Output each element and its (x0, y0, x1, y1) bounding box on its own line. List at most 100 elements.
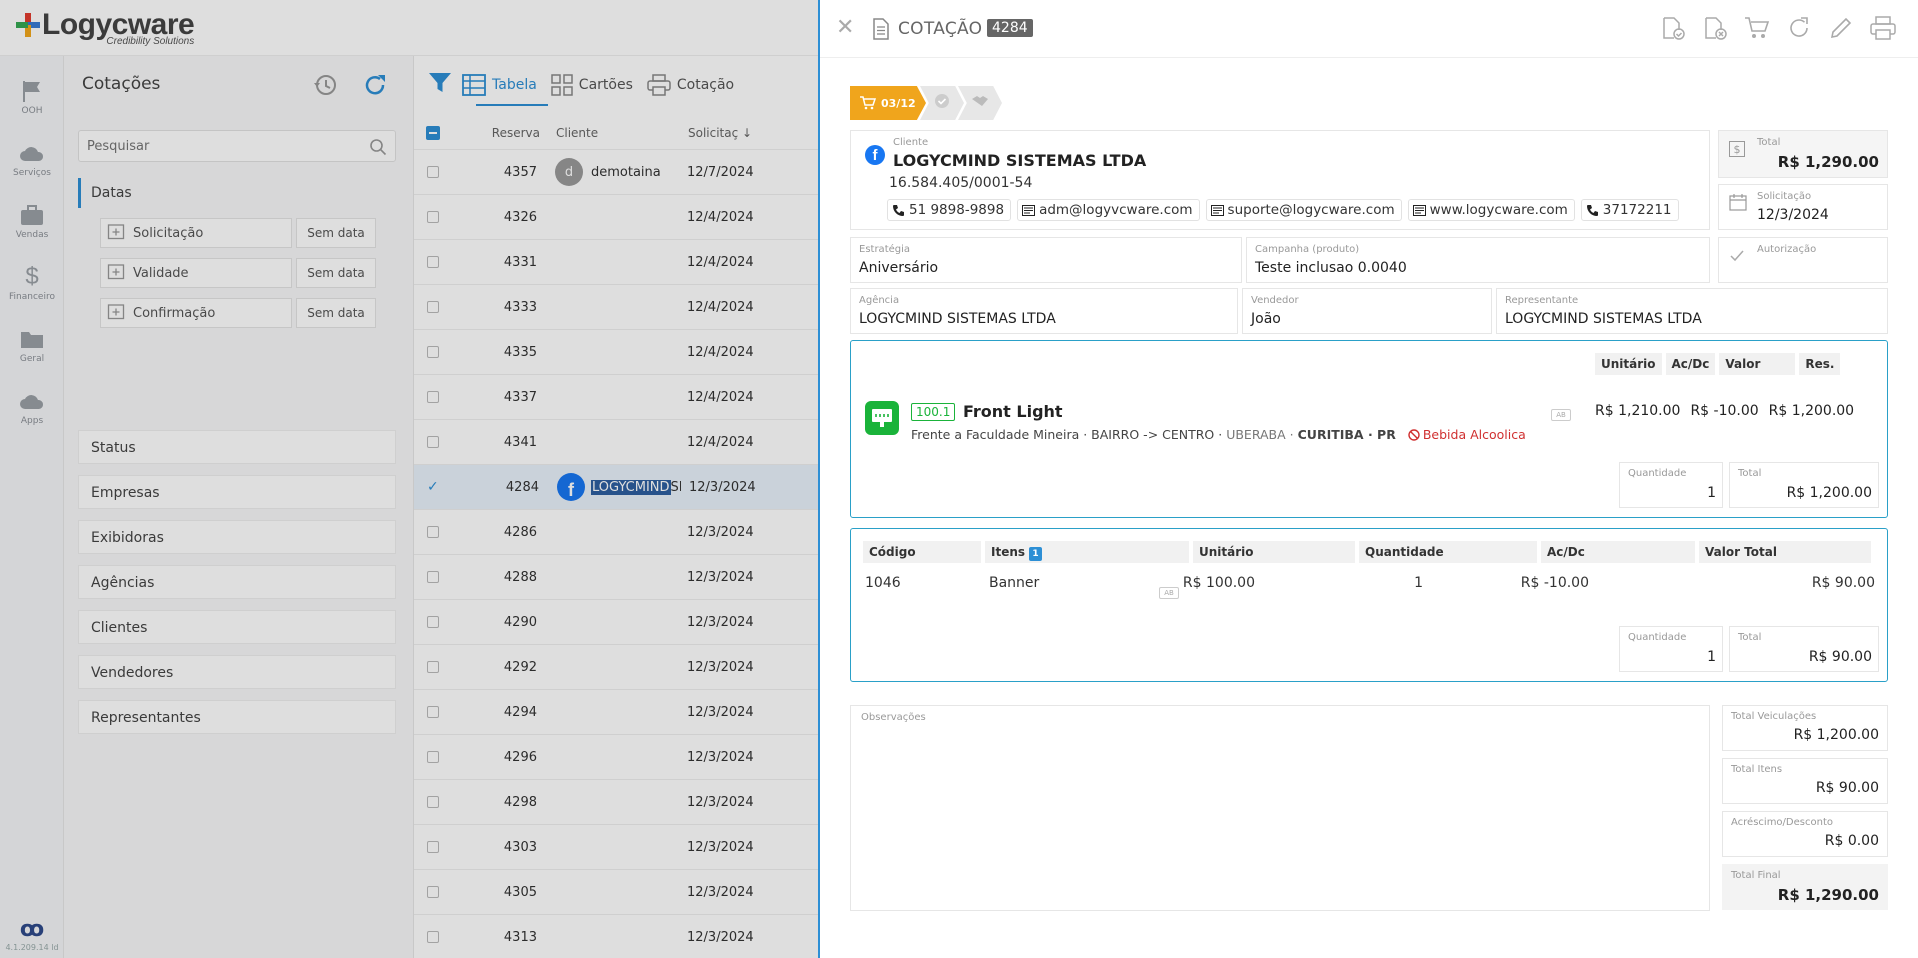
table-row[interactable]: 4305 12/3/2024 (414, 870, 818, 915)
autorizacao-field[interactable]: Autorização (1718, 237, 1888, 283)
check-icon[interactable]: ✓ (427, 480, 441, 494)
table-row[interactable]: 4290 12/3/2024 (414, 600, 818, 645)
row-checkbox[interactable] (427, 931, 439, 943)
date-filter-value[interactable]: Sem data (296, 218, 376, 248)
reject-document-icon[interactable] (1694, 16, 1736, 40)
reload-icon[interactable] (1778, 16, 1820, 40)
table-row[interactable]: 4357 d demotaina 12/7/2024 (414, 150, 818, 195)
section-empresas[interactable]: Empresas (78, 475, 396, 509)
print-icon[interactable] (1862, 16, 1904, 40)
table-row[interactable]: ✓ 4284 f LOGYCMIND SI... 12/3/2024 (414, 465, 818, 510)
section-vendedores[interactable]: Vendedores (78, 655, 396, 689)
nav-item-geral[interactable]: Geral (0, 314, 64, 376)
table-row[interactable]: 4288 12/3/2024 (414, 555, 818, 600)
section-status[interactable]: Status (78, 430, 396, 464)
step-contract[interactable] (958, 86, 1002, 120)
contact-chip-website[interactable]: www.logycware.com (1407, 199, 1575, 221)
nav-item-ooh[interactable]: OOH (0, 66, 64, 128)
row-checkbox[interactable] (427, 796, 439, 808)
section-exibidoras[interactable]: Exibidoras (78, 520, 396, 554)
date-filter-solicitacao[interactable]: Solicitação (100, 218, 292, 248)
refresh-icon[interactable] (362, 72, 388, 102)
table-row[interactable]: 4333 12/4/2024 (414, 285, 818, 330)
product-name[interactable]: Front Light (963, 402, 1063, 421)
nav-item-servicos[interactable]: Serviços (0, 128, 64, 190)
product-quantity-field[interactable]: Quantidade 1 (1619, 462, 1723, 508)
row-checkbox[interactable] (427, 751, 439, 763)
ab-tag[interactable]: AB (1551, 409, 1571, 421)
vendedor-field[interactable]: Vendedor João (1242, 288, 1492, 334)
history-icon[interactable] (312, 72, 338, 102)
agencia-field[interactable]: Agência LOGYCMIND SISTEMAS LTDA (850, 288, 1238, 334)
row-checkbox[interactable] (427, 166, 439, 178)
filter-icon[interactable] (428, 72, 452, 98)
table-row[interactable]: 4296 12/3/2024 (414, 735, 818, 780)
table-row[interactable]: 4326 12/4/2024 (414, 195, 818, 240)
table-row[interactable]: 4292 12/3/2024 (414, 645, 818, 690)
table-row[interactable]: 4337 12/4/2024 (414, 375, 818, 420)
column-header-solicitacao[interactable]: Solicitaç ↓ (680, 126, 752, 140)
row-checkbox[interactable] (427, 571, 439, 583)
items-quantity-field[interactable]: Quantidade 1 (1619, 626, 1723, 672)
search-input[interactable] (79, 131, 349, 161)
select-all-checkbox[interactable] (426, 125, 440, 140)
section-agencias[interactable]: Agências (78, 565, 396, 599)
table-row[interactable]: 4331 12/4/2024 (414, 240, 818, 285)
column-header-cliente[interactable]: Cliente (540, 126, 680, 140)
client-name[interactable]: LOGYCMIND SISTEMAS LTDA (893, 151, 1146, 170)
column-header-reserva[interactable]: Reserva (440, 126, 540, 140)
table-row[interactable]: 4341 12/4/2024 (414, 420, 818, 465)
row-checkbox[interactable] (427, 616, 439, 628)
table-row[interactable]: 4286 12/3/2024 (414, 510, 818, 555)
row-checkbox[interactable] (427, 256, 439, 268)
date-filter-value[interactable]: Sem data (296, 258, 376, 288)
date-filter-validade[interactable]: Validade (100, 258, 292, 288)
nav-item-apps[interactable]: Apps (0, 376, 64, 438)
estrategia-field[interactable]: Estratégia Aniversário (850, 237, 1242, 283)
row-checkbox[interactable] (427, 706, 439, 718)
row-checkbox[interactable] (427, 841, 439, 853)
approve-document-icon[interactable] (1652, 16, 1694, 40)
row-checkbox[interactable] (427, 391, 439, 403)
search-field[interactable] (78, 130, 396, 162)
table-row[interactable]: 4303 12/3/2024 (414, 825, 818, 870)
contact-chip-email[interactable]: adm@logyvcware.com (1017, 199, 1200, 221)
items-table-row[interactable]: 1046 Banner R$ 100.00 1 R$ -10.00 R$ 90.… (863, 575, 1879, 599)
campanha-field[interactable]: Campanha (produto) Teste inclusao 0.0040 (1246, 237, 1710, 283)
solicitacao-card[interactable]: Solicitação 12/3/2024 (1718, 184, 1888, 230)
tab-cotacao[interactable]: Cotação (647, 74, 734, 96)
date-filter-confirmacao[interactable]: Confirmação (100, 298, 292, 328)
representante-field[interactable]: Representante LOGYCMIND SISTEMAS LTDA (1496, 288, 1888, 334)
row-checkbox[interactable] (427, 436, 439, 448)
table-row[interactable]: 4335 12/4/2024 (414, 330, 818, 375)
observacoes-field[interactable]: Observações (850, 705, 1710, 911)
contact-chip-phone[interactable]: 37172211 (1580, 199, 1679, 221)
nav-item-financeiro[interactable]: $ Financeiro (0, 252, 64, 314)
row-checkbox[interactable] (427, 526, 439, 538)
table-row[interactable]: 4313 12/3/2024 (414, 915, 818, 958)
table-row[interactable]: 4298 12/3/2024 (414, 780, 818, 825)
close-icon[interactable]: ✕ (836, 16, 854, 40)
section-representantes[interactable]: Representantes (78, 700, 396, 734)
step-approved[interactable] (920, 86, 964, 120)
cart-icon[interactable] (1736, 16, 1778, 40)
row-checkbox[interactable] (427, 346, 439, 358)
tab-tabela[interactable]: Tabela (462, 74, 537, 96)
ab-tag[interactable]: AB (1159, 587, 1179, 599)
contact-chip-phone[interactable]: 51 9898-9898 (887, 199, 1012, 221)
tab-cartoes[interactable]: Cartões (551, 74, 633, 96)
nav-item-vendas[interactable]: Vendas (0, 190, 64, 252)
row-checkbox[interactable] (427, 301, 439, 313)
date-filter-value[interactable]: Sem data (296, 298, 376, 328)
section-clientes[interactable]: Clientes (78, 610, 396, 644)
product-card[interactable]: Unitário Ac/Dc Valor Res. 100.1 Front Li… (850, 340, 1888, 518)
edit-icon[interactable] (1820, 16, 1862, 40)
table-row[interactable]: 4294 12/3/2024 (414, 690, 818, 735)
search-icon[interactable] (369, 138, 387, 160)
row-checkbox[interactable] (427, 211, 439, 223)
section-header-datas[interactable]: Datas (78, 178, 396, 208)
step-cart[interactable]: 03/12 (850, 86, 926, 120)
row-checkbox[interactable] (427, 886, 439, 898)
row-checkbox[interactable] (427, 661, 439, 673)
contact-chip-email[interactable]: suporte@logycware.com (1205, 199, 1402, 221)
